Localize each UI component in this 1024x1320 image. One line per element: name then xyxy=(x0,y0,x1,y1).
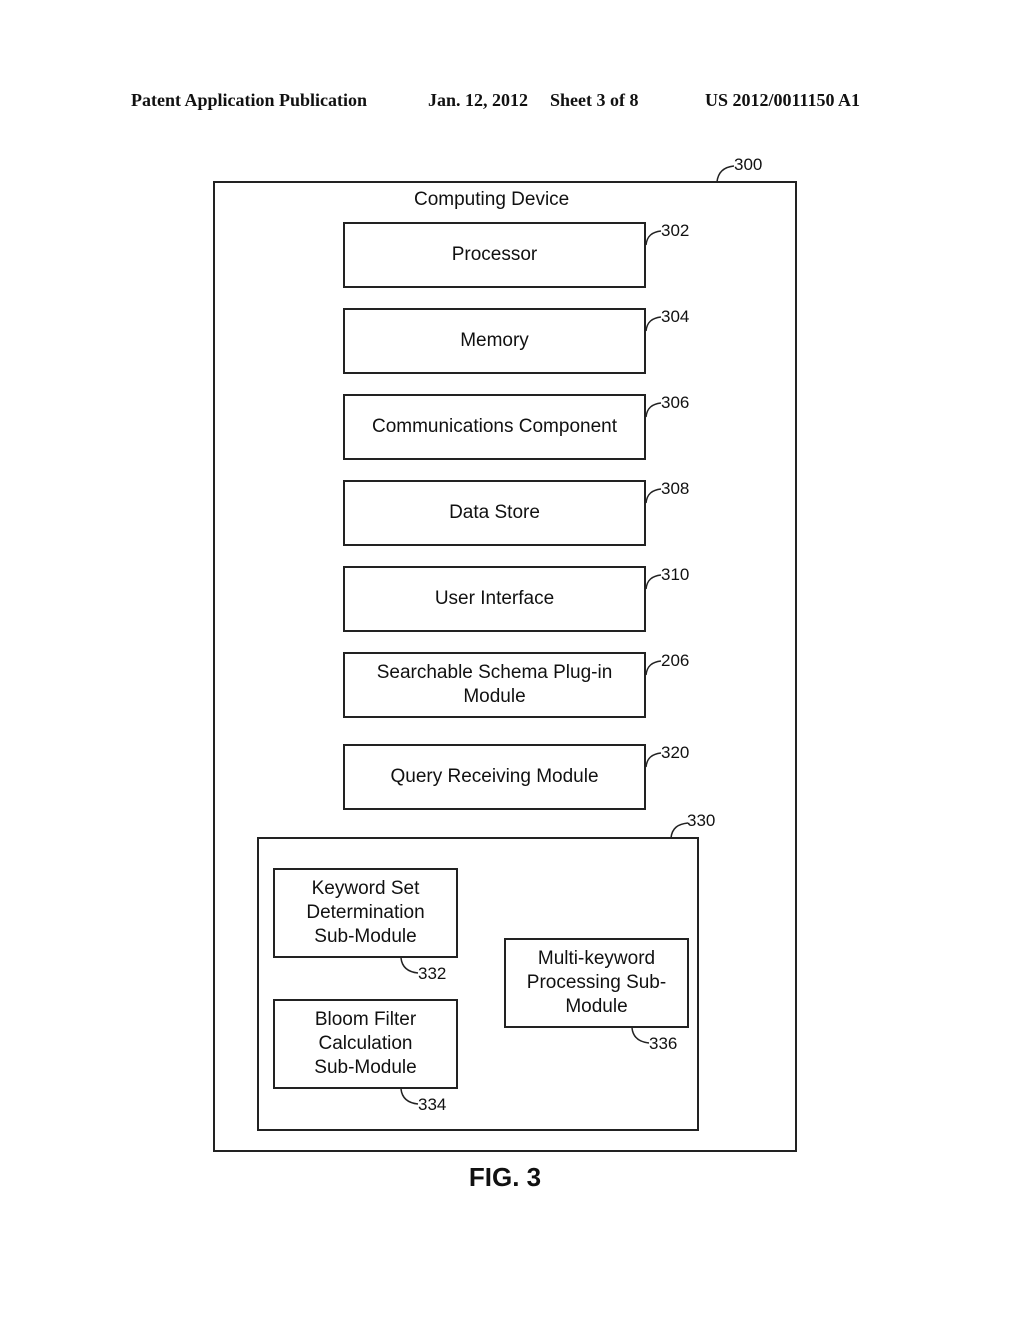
leader-334 xyxy=(400,1088,419,1105)
leader-306 xyxy=(645,402,662,418)
leader-304 xyxy=(645,316,662,332)
leader-310 xyxy=(645,574,662,590)
leader-206 xyxy=(645,660,662,676)
leader-302 xyxy=(645,230,662,246)
leader-330 xyxy=(670,822,689,839)
leader-308 xyxy=(645,488,662,504)
leader-336 xyxy=(631,1027,650,1044)
leader-lines xyxy=(400,165,735,1105)
figure-label: FIG. 3 xyxy=(468,1162,542,1192)
leader-332 xyxy=(400,957,419,974)
leader-300 xyxy=(716,165,735,183)
leader-320 xyxy=(645,752,662,768)
